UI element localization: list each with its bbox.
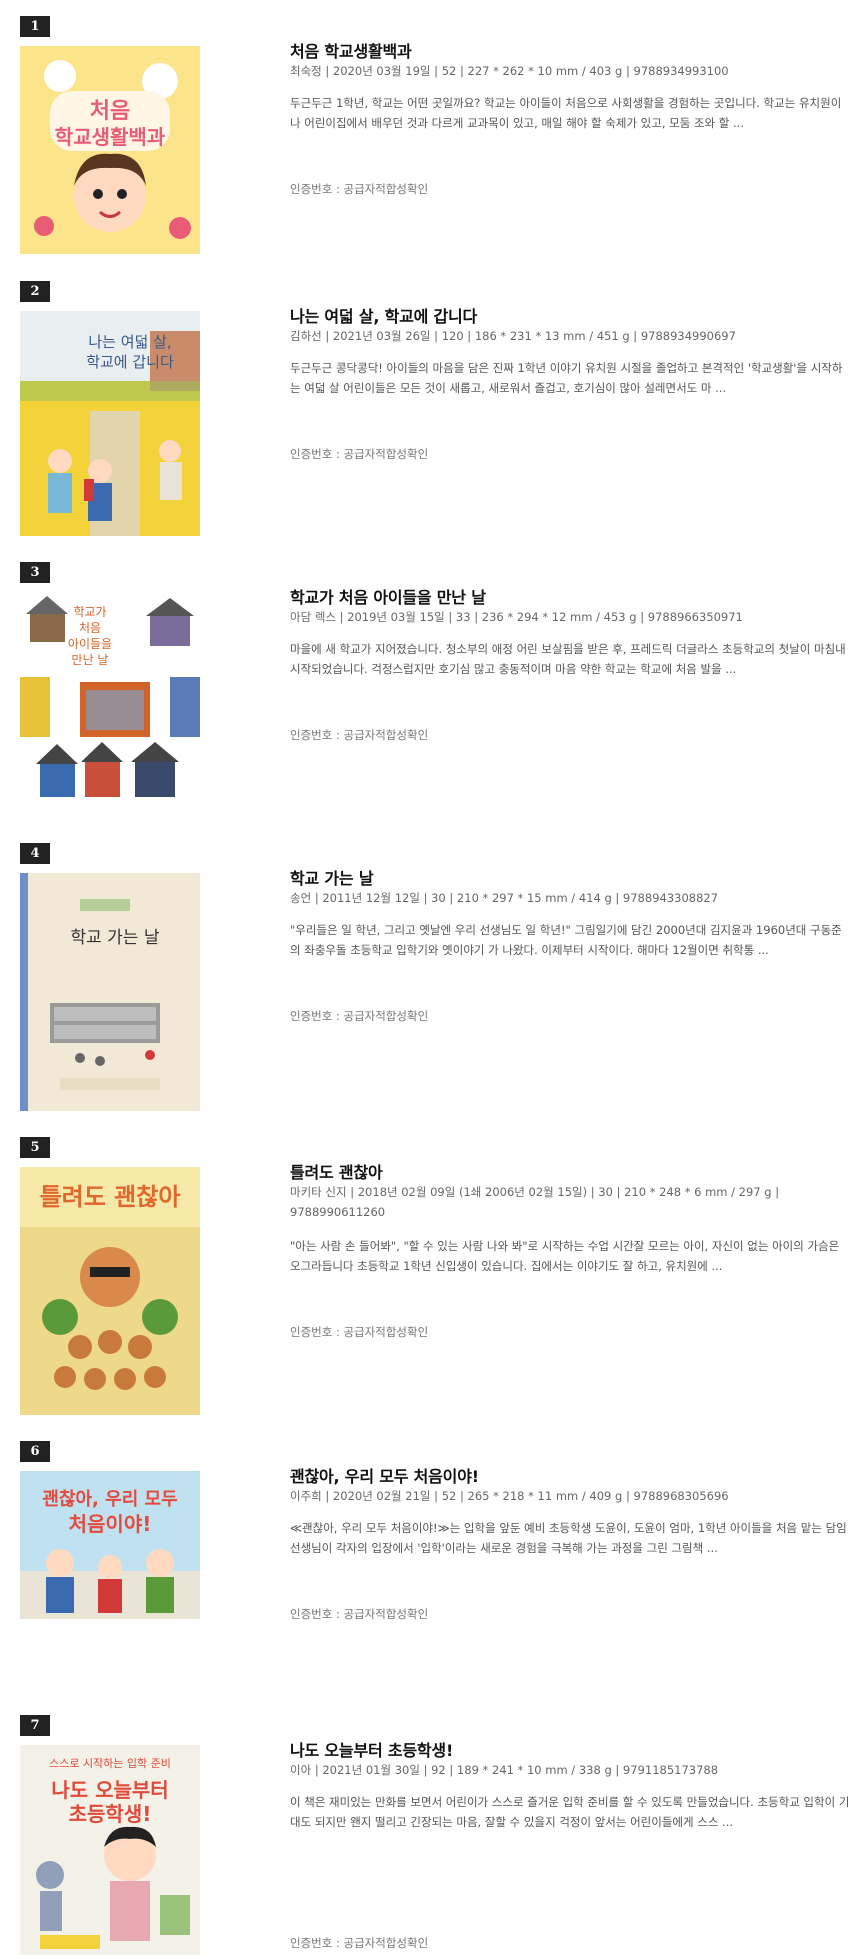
certification-label: 인증번호 : 공급자적합성확인 xyxy=(290,1325,429,1339)
book-title[interactable]: 나는 여덟 살, 학교에 갑니다 xyxy=(290,303,477,327)
book-meta: 아담 렉스 | 2019년 03월 15일 | 33 | 236 * 294 *… xyxy=(290,610,743,624)
svg-text:나는 여덟 살,: 나는 여덟 살, xyxy=(88,333,171,351)
book-cover[interactable]: 괜찮아, 우리 모두 처음이야! xyxy=(20,1471,200,1619)
svg-text:만난 날: 만난 날 xyxy=(72,653,109,667)
book-title[interactable]: 나도 오늘부터 초등학생! xyxy=(290,1737,453,1761)
book-title[interactable]: 학교 가는 날 xyxy=(290,865,374,889)
book-cover[interactable]: 학교 가는 날 xyxy=(20,873,200,1111)
svg-text:학교생활백과: 학교생활백과 xyxy=(55,125,166,149)
svg-text:학교에 갑니다: 학교에 갑니다 xyxy=(86,353,174,371)
book-title[interactable]: 처음 학교생활백과 xyxy=(290,38,412,62)
book-cover[interactable]: 틀려도 괜찮아 xyxy=(20,1167,200,1415)
certification-label: 인증번호 : 공급자적합성확인 xyxy=(290,1607,429,1621)
rank-badge: 7 xyxy=(20,1715,50,1736)
book-title[interactable]: 학교가 처음 아이들을 만난 날 xyxy=(290,584,486,608)
svg-text:나도 오늘부터: 나도 오늘부터 xyxy=(51,1778,168,1802)
book-meta: 김하선 | 2021년 03월 26일 | 120 | 186 * 231 * … xyxy=(290,329,736,343)
rank-badge: 4 xyxy=(20,843,50,864)
certification-label: 인증번호 : 공급자적합성확인 xyxy=(290,447,429,461)
book-description: 두근두근 1학년, 학교는 어떤 곳일까요? 학교는 아이들이 처음으로 사회생… xyxy=(290,96,842,130)
book-cover[interactable]: 학교가 처음 아이들을 만난 날 xyxy=(20,592,200,817)
svg-text:괜찮아, 우리 모두: 괜찮아, 우리 모두 xyxy=(42,1489,177,1510)
book-description: "아는 사람 손 들어봐", "할 수 있는 사람 나와 봐"로 시작하는 수업… xyxy=(290,1239,840,1273)
certification-label: 인증번호 : 공급자적합성확인 xyxy=(290,182,429,196)
svg-text:틀려도 괜찮아: 틀려도 괜찮아 xyxy=(40,1183,181,1211)
book-cover[interactable]: 스스로 시작하는 입학 준비 나도 오늘부터 초등학생! xyxy=(20,1745,200,1955)
svg-text:초등학생!: 초등학생! xyxy=(69,1802,152,1826)
svg-text:처음: 처음 xyxy=(90,99,130,124)
svg-text:아이들을: 아이들을 xyxy=(68,637,112,651)
book-description: ≪괜찮아, 우리 모두 처음이야!≫는 입학을 앞둔 예비 초등학생 도윤이, … xyxy=(290,1521,847,1555)
rank-badge: 1 xyxy=(20,16,50,37)
rank-badge: 2 xyxy=(20,281,50,302)
book-cover[interactable]: 나는 여덟 살, 학교에 갑니다 xyxy=(20,311,200,536)
svg-text:처음: 처음 xyxy=(79,621,101,635)
certification-label: 인증번호 : 공급자적합성확인 xyxy=(290,728,429,742)
certification-label: 인증번호 : 공급자적합성확인 xyxy=(290,1936,429,1950)
rank-badge: 6 xyxy=(20,1441,50,1462)
book-description: 이 책은 재미있는 만화를 보면서 어린이가 스스로 즐거운 입학 준비를 할 … xyxy=(290,1795,850,1829)
book-meta: 최숙정 | 2020년 03월 19일 | 52 | 227 * 262 * 1… xyxy=(290,64,729,78)
book-cover[interactable]: 처음 학교생활백과 xyxy=(20,46,200,254)
rank-badge: 5 xyxy=(20,1137,50,1158)
book-title[interactable]: 괜찮아, 우리 모두 처음이야! xyxy=(290,1463,479,1487)
svg-text:처음이야!: 처음이야! xyxy=(69,1512,152,1536)
book-description: 마을에 새 학교가 지어졌습니다. 청소부의 애정 어린 보살핌을 받은 후, … xyxy=(290,642,846,676)
book-meta: 송언 | 2011년 12월 12일 | 30 | 210 * 297 * 15… xyxy=(290,891,719,905)
rank-badge: 3 xyxy=(20,562,50,583)
certification-label: 인증번호 : 공급자적합성확인 xyxy=(290,1009,429,1023)
book-meta: 마키타 신지 | 2018년 02월 09일 (1쇄 2006년 02월 15일… xyxy=(290,1185,780,1219)
svg-text:학교 가는 날: 학교 가는 날 xyxy=(70,928,159,948)
book-meta: 이아 | 2021년 01월 30일 | 92 | 189 * 241 * 10… xyxy=(290,1763,719,1777)
book-title[interactable]: 틀려도 괜찮아 xyxy=(290,1159,383,1183)
svg-text:스스로 시작하는 입학 준비: 스스로 시작하는 입학 준비 xyxy=(49,1756,171,1770)
book-description: "우리들은 일 학년, 그리고 옛날엔 우리 선생님도 일 학년!" 그림일기에… xyxy=(290,923,842,957)
book-meta: 이주희 | 2020년 02월 21일 | 52 | 265 * 218 * 1… xyxy=(290,1489,729,1503)
book-description: 두근두근 콩닥콩닥! 아이들의 마음을 담은 진짜 1학년 이야기 유치원 시절… xyxy=(290,361,843,395)
svg-text:학교가: 학교가 xyxy=(73,605,106,619)
